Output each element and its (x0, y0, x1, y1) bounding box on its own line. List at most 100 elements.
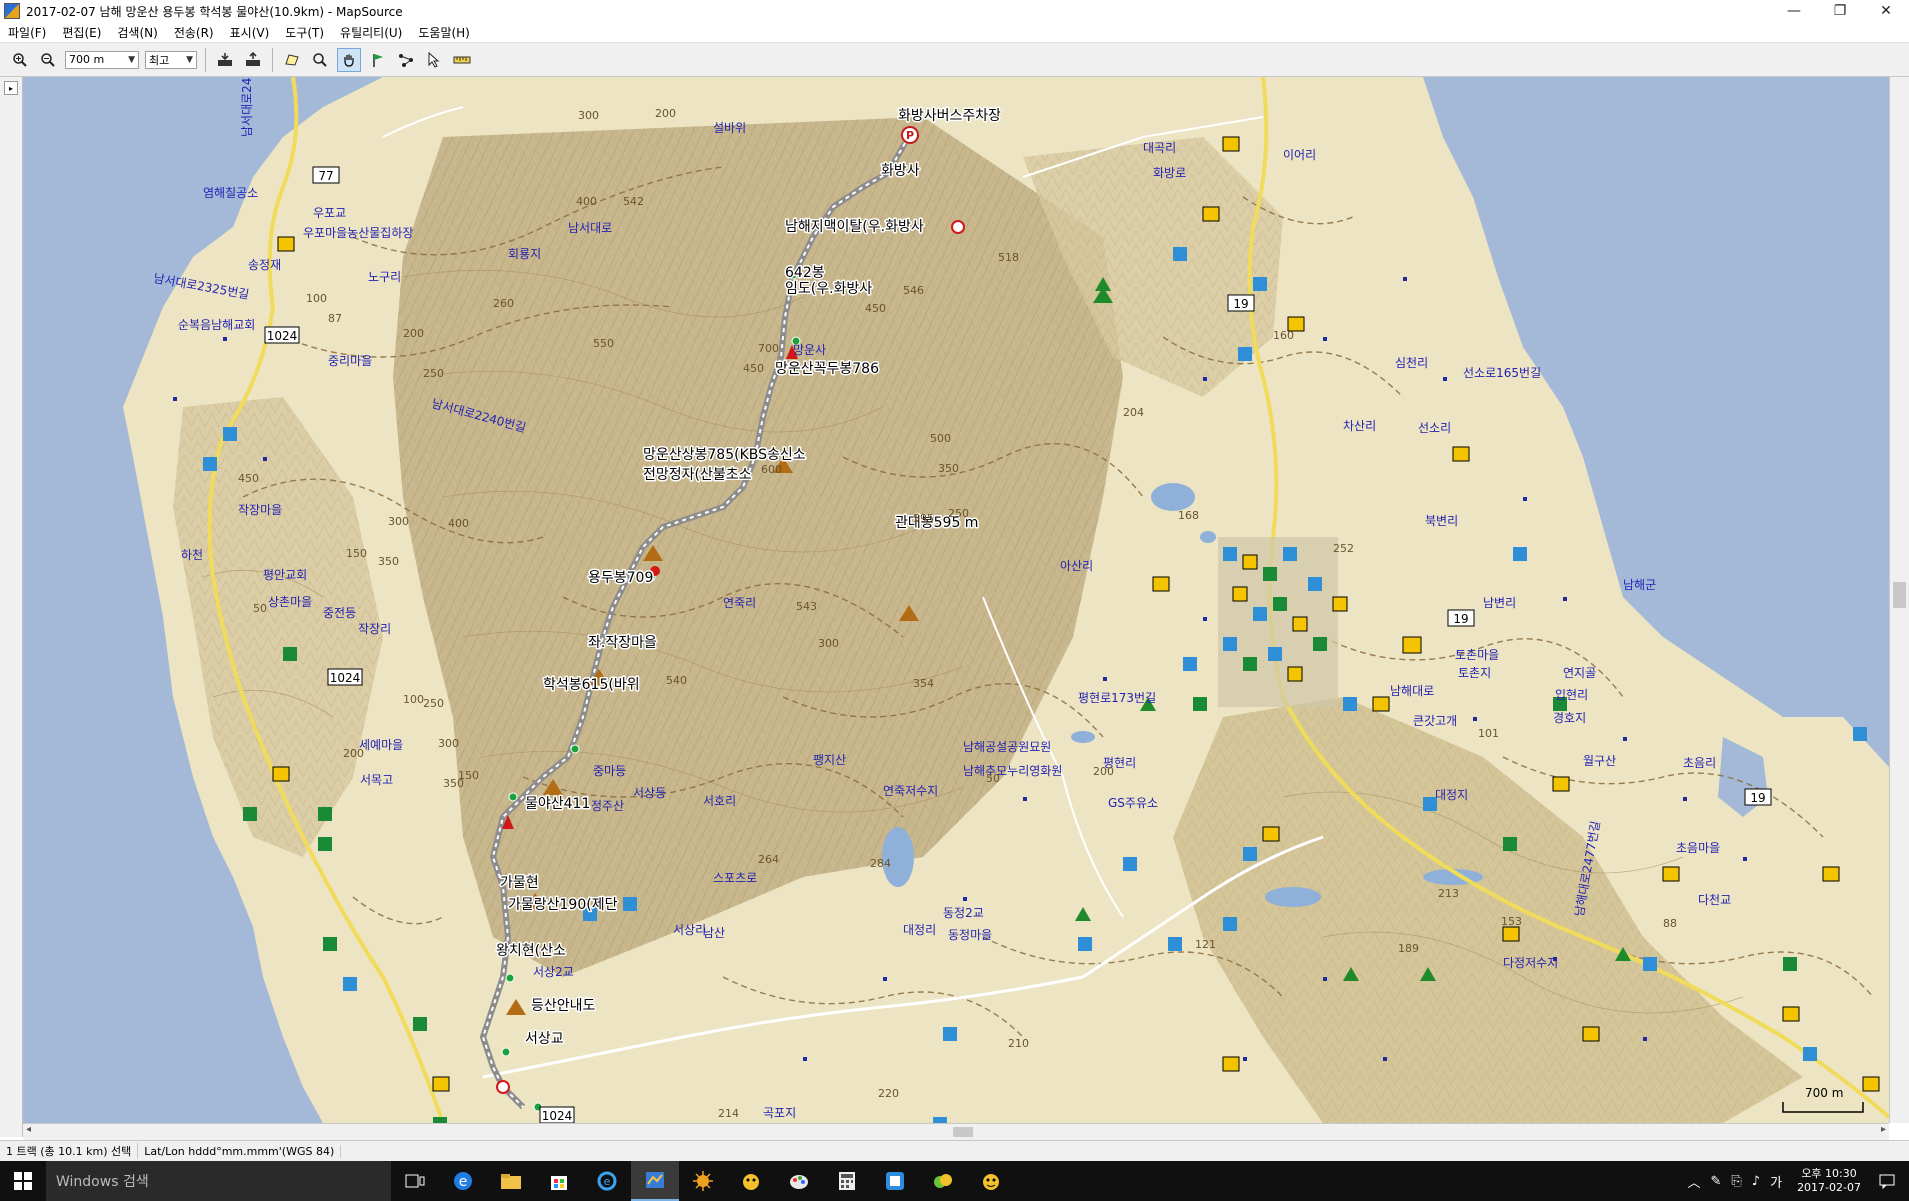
mapsource-taskbar-icon[interactable] (631, 1161, 679, 1201)
task-view-icon[interactable] (391, 1161, 439, 1201)
zoom-tool-icon[interactable] (309, 49, 331, 71)
send-to-device-icon[interactable] (242, 49, 264, 71)
scroll-right-arrow-icon[interactable]: ▸ (1881, 1124, 1886, 1135)
map-view[interactable]: P 화방사버스주차장 화방사 남해지맥이탈(우.화방사 642봉 임도(우.화방… (23, 77, 1889, 1123)
place-label: 남해추모누리영화원 (963, 764, 1062, 778)
detail-level-select[interactable]: 최고 ▼ (145, 50, 197, 69)
place-label: 남변리 (1483, 596, 1516, 610)
place-label: 망운사 (793, 343, 826, 357)
svg-text:300: 300 (438, 737, 459, 750)
store-icon[interactable] (535, 1161, 583, 1201)
place-label: 연지골 (1563, 666, 1596, 680)
zoom-in-icon[interactable] (9, 49, 31, 71)
menu-tools[interactable]: 도구(T) (277, 24, 332, 41)
scrollbar-thumb[interactable] (953, 1127, 973, 1137)
selection-arrow-tool-icon[interactable] (423, 49, 445, 71)
volume-icon[interactable]: ♪ (1752, 1174, 1760, 1189)
place-label: 심천리 (1395, 355, 1428, 370)
pen-icon[interactable]: ✎ (1710, 1174, 1721, 1189)
taskbar-clock[interactable]: 오후 10:30 2017-02-07 (1797, 1167, 1861, 1195)
menu-utilities[interactable]: 유틸리티(U) (332, 24, 410, 41)
calculator-icon[interactable] (823, 1161, 871, 1201)
svg-text:250: 250 (423, 367, 444, 380)
internet-explorer-icon[interactable]: e (583, 1161, 631, 1201)
waypoint-flag-tool-icon[interactable] (367, 49, 389, 71)
scroll-left-arrow-icon[interactable]: ◂ (26, 1124, 31, 1135)
show-hidden-icons-chevron-icon[interactable]: ︿ (1687, 1172, 1700, 1191)
app-taskbar-icon[interactable] (679, 1161, 727, 1201)
svg-text:100: 100 (306, 292, 327, 305)
route-label: 화방사버스주차장 (898, 108, 1001, 124)
place-label: 토촌지 (1458, 666, 1491, 680)
select-map-tool-icon[interactable] (281, 49, 303, 71)
place-label: 남서대로2481번길 (240, 77, 254, 137)
close-button[interactable]: ✕ (1863, 0, 1909, 22)
route-label: 남해지맥이탈(우.화방사 (785, 219, 924, 235)
mapsource-app-icon[interactable] (4, 3, 20, 19)
receive-from-device-icon[interactable] (214, 49, 236, 71)
scrollbar-thumb[interactable] (1893, 582, 1906, 608)
route-tool-icon[interactable] (395, 49, 417, 71)
measure-distance-tool-icon[interactable] (451, 49, 473, 71)
place-label: 서호리 (703, 794, 736, 808)
map-vertical-scrollbar[interactable] (1889, 77, 1909, 1123)
place-label: 우포교 (313, 206, 346, 220)
selection-status: 1 트랙 (총 10.1 km) 선택 (0, 1143, 139, 1159)
window-controls: — ❐ ✕ (1771, 0, 1909, 22)
svg-text:354: 354 (913, 677, 934, 690)
messenger-icon[interactable] (919, 1161, 967, 1201)
map-horizontal-scrollbar[interactable]: ◂ ▸ (23, 1123, 1889, 1140)
scale-label: 700 m (1805, 1086, 1843, 1100)
menu-view[interactable]: 표시(V) (222, 24, 278, 41)
place-label: 정주산 (591, 799, 624, 813)
paint-app-icon[interactable] (775, 1161, 823, 1201)
menu-find[interactable]: 검색(N) (109, 24, 165, 41)
toolbar-separator (272, 47, 273, 72)
place-label: 노구리 (368, 270, 401, 284)
map-canvas[interactable]: P 화방사버스주차장 화방사 남해지맥이탈(우.화방사 642봉 임도(우.화방… (23, 77, 1889, 1123)
menu-transfer[interactable]: 전송(R) (166, 24, 222, 41)
place-label: 서목고 (360, 773, 393, 787)
edge-browser-icon[interactable]: e (439, 1161, 487, 1201)
place-label: 작장마을 (238, 503, 282, 517)
app-taskbar-icon[interactable] (967, 1161, 1015, 1201)
place-label: 이어리 (1283, 148, 1316, 162)
action-center-icon[interactable] (1865, 1161, 1909, 1201)
app-taskbar-icon[interactable] (727, 1161, 775, 1201)
expand-panel-arrow-icon[interactable]: ▸ (4, 81, 18, 95)
place-label: 초음마을 (1676, 841, 1720, 855)
minimize-button[interactable]: — (1771, 0, 1817, 22)
restore-button[interactable]: ❐ (1817, 0, 1863, 22)
windows-search-box[interactable]: Windows 검색 (46, 1161, 391, 1201)
detail-level-value: 최고 (149, 53, 170, 67)
svg-text:200: 200 (1093, 765, 1114, 778)
svg-text:450: 450 (743, 362, 764, 375)
svg-text:100: 100 (403, 693, 424, 706)
zoom-out-icon[interactable] (37, 49, 59, 71)
place-label: 선소리 (1418, 421, 1451, 435)
file-explorer-icon[interactable] (487, 1161, 535, 1201)
road-shield: 19 (1750, 791, 1765, 805)
svg-text:518: 518 (998, 251, 1019, 264)
menu-file[interactable]: 파일(F) (0, 24, 54, 41)
svg-text:700: 700 (758, 342, 779, 355)
place-label: 동정2교 (943, 906, 984, 920)
menu-help[interactable]: 도움말(H) (410, 24, 478, 41)
zoom-level-select[interactable]: 700 m ▼ (65, 50, 139, 69)
place-label: 경호지 (1553, 711, 1586, 725)
road-shield: 19 (1233, 297, 1248, 311)
ime-indicator[interactable]: 가 (1770, 1172, 1782, 1191)
place-label: 서상리 (673, 923, 706, 937)
svg-text:101: 101 (1478, 727, 1499, 740)
windows-start-icon[interactable] (0, 1161, 46, 1201)
svg-text:121: 121 (1195, 938, 1216, 951)
route-label: 화방사 (881, 163, 920, 179)
road-shield: 1024 (542, 1109, 573, 1123)
reservoir (1265, 887, 1321, 907)
menu-edit[interactable]: 편집(E) (54, 24, 109, 41)
svg-text:200: 200 (343, 747, 364, 760)
svg-text:500: 500 (930, 432, 951, 445)
app-taskbar-icon[interactable] (871, 1161, 919, 1201)
network-icon[interactable]: ⎘ (1731, 1174, 1741, 1189)
hand-pan-tool-icon[interactable] (337, 47, 361, 72)
